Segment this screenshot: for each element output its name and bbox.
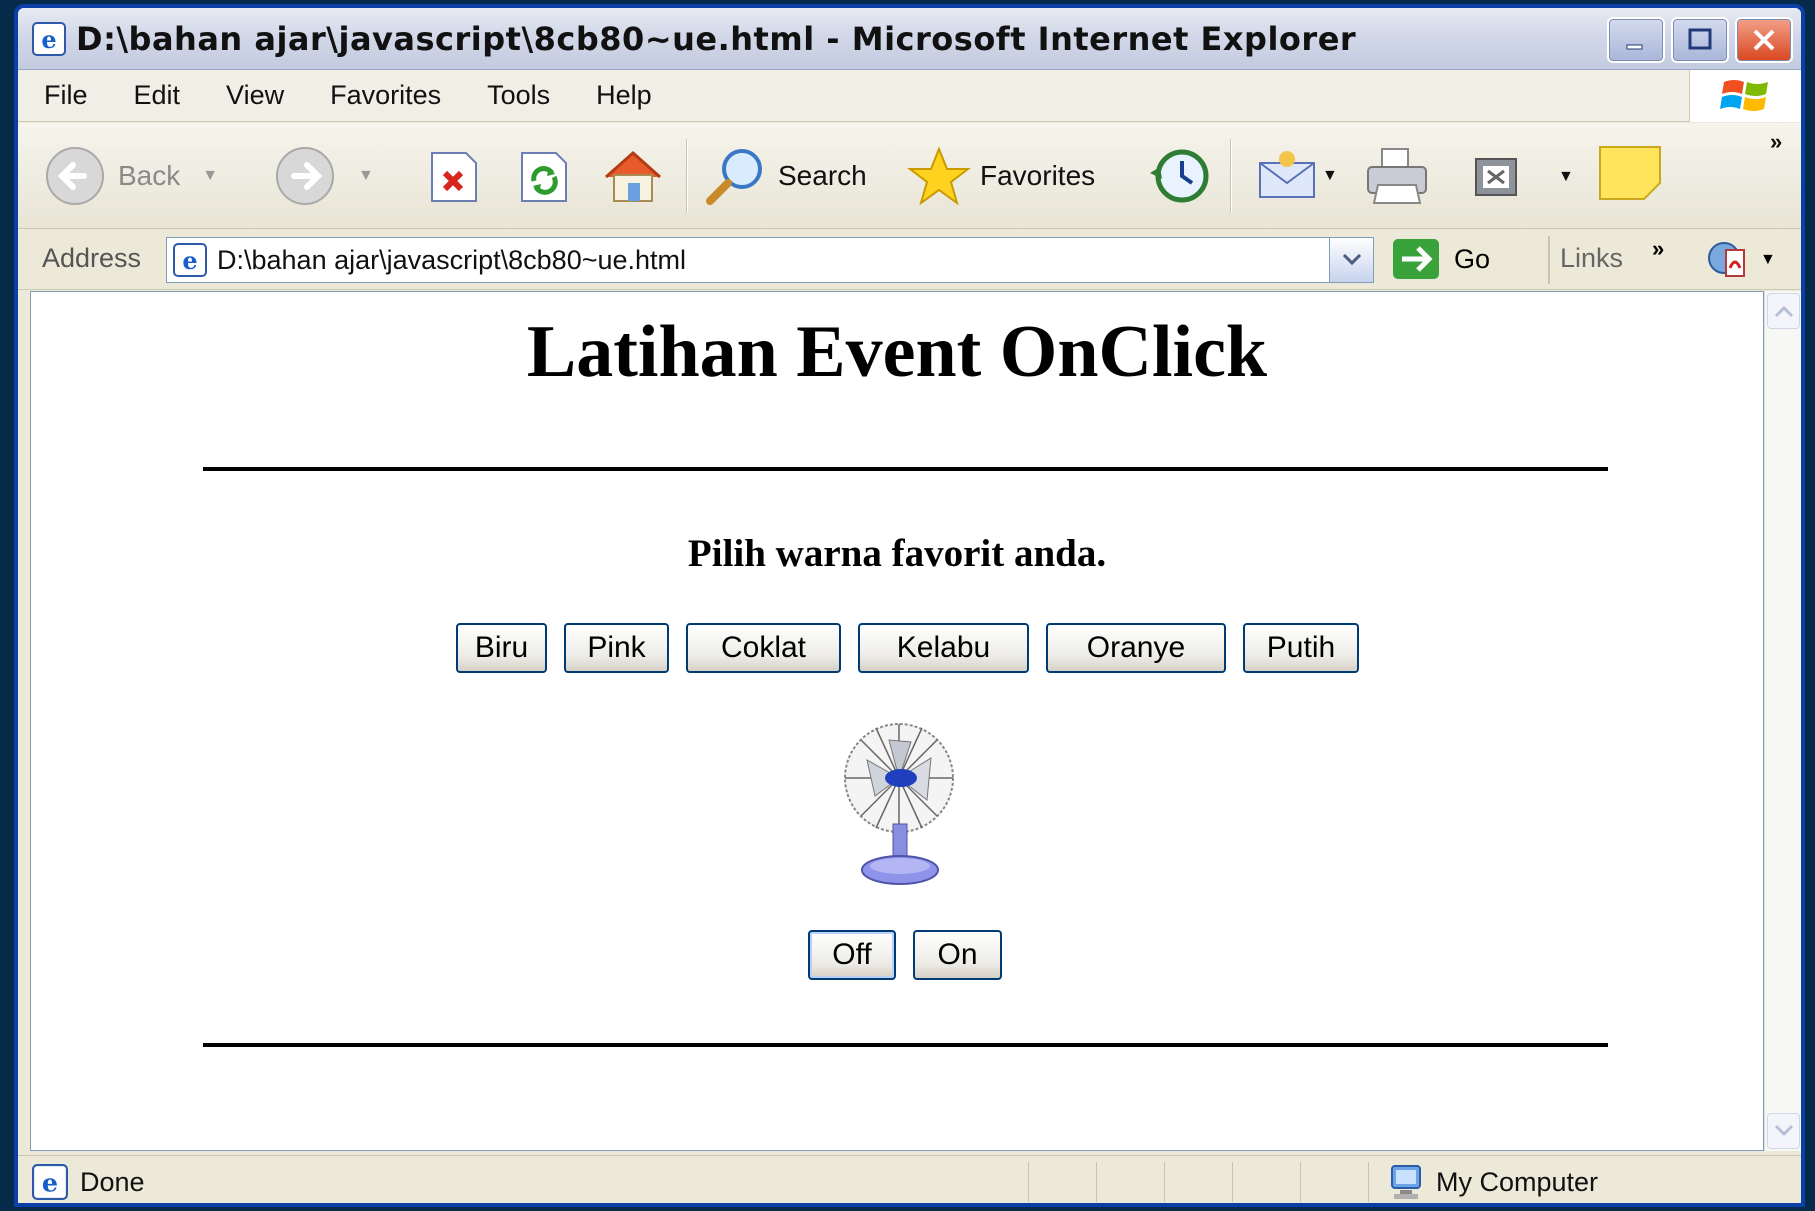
go-arrow-icon: [1393, 239, 1439, 279]
search-icon: [706, 149, 762, 205]
mail-button[interactable]: ▼: [1254, 145, 1338, 207]
home-icon: [605, 150, 661, 202]
favorites-star-icon: [907, 146, 971, 206]
back-dropdown-icon[interactable]: ▼: [202, 167, 218, 185]
bottom-divider: [203, 1043, 1608, 1047]
refresh-button[interactable]: [516, 149, 572, 205]
mail-icon: [1259, 151, 1315, 198]
color-button-oranye[interactable]: Oranye: [1046, 623, 1226, 673]
menu-bar: File Edit View Favorites Tools Help: [18, 70, 1801, 122]
svg-text:e: e: [41, 25, 56, 54]
media-icon: [1475, 158, 1517, 196]
window-title: D:\bahan ajar\javascript\8cb80~ue.html -…: [76, 19, 1357, 58]
favorites-button[interactable]: Favorites: [904, 145, 1095, 207]
sticky-note-icon: [1599, 146, 1661, 200]
mail-dropdown-icon[interactable]: ▼: [1322, 167, 1338, 185]
history-button[interactable]: [1146, 145, 1214, 207]
close-button[interactable]: [1735, 17, 1793, 63]
search-label: Search: [778, 160, 867, 191]
close-icon: [1753, 29, 1775, 51]
ie-logo-icon: e: [32, 21, 66, 56]
menu-edit[interactable]: Edit: [134, 80, 181, 111]
stop-icon: [431, 152, 477, 202]
color-button-putih[interactable]: Putih: [1243, 623, 1359, 673]
back-button[interactable]: Back ▼: [44, 145, 218, 207]
title-bar[interactable]: e D:\bahan ajar\javascript\8cb80~ue.html…: [18, 8, 1801, 70]
favorites-label: Favorites: [980, 160, 1096, 191]
fan-off-button[interactable]: Off: [808, 930, 896, 980]
status-text: Done: [80, 1167, 145, 1197]
svg-text:e: e: [42, 1168, 58, 1198]
color-button-biru[interactable]: Biru: [456, 623, 547, 673]
color-prompt: Pilih warna favorit anda.: [687, 532, 1107, 575]
zone-text: My Computer: [1436, 1167, 1599, 1197]
go-button[interactable]: Go: [1392, 238, 1490, 280]
scroll-down-button[interactable]: [1767, 1113, 1800, 1149]
links-label[interactable]: Links: [1560, 243, 1623, 274]
color-button-coklat[interactable]: Coklat: [686, 623, 841, 673]
svg-text:e: e: [182, 246, 197, 275]
stop-button[interactable]: [426, 149, 482, 205]
print-button[interactable]: [1364, 145, 1430, 207]
back-label: Back: [118, 160, 181, 191]
toolbar-dropdown-icon[interactable]: ▼: [1558, 168, 1574, 186]
menu-favorites[interactable]: Favorites: [330, 80, 441, 111]
status-bar: e Done My Computer: [18, 1155, 1801, 1203]
refresh-icon: [521, 152, 567, 202]
back-arrow-icon: [46, 147, 104, 205]
forward-arrow-icon: [276, 147, 334, 205]
pdf-tool-icon: [1708, 242, 1745, 277]
history-icon: [1150, 149, 1209, 203]
address-dropdown-button[interactable]: [1329, 238, 1373, 282]
vertical-scrollbar[interactable]: [1764, 291, 1801, 1151]
fan-image: [844, 723, 954, 885]
chevron-down-icon: [1342, 253, 1361, 266]
media-button[interactable]: ▼: [1474, 157, 1574, 197]
printer-icon: [1367, 148, 1427, 204]
page-icon: e: [173, 243, 207, 277]
pdf-tool-button[interactable]: ▼: [1704, 240, 1776, 280]
top-divider: [203, 467, 1608, 471]
my-computer-icon: [1391, 1165, 1421, 1199]
home-button[interactable]: [600, 145, 666, 207]
forward-button[interactable]: ▼: [274, 145, 374, 207]
minimize-icon: [1626, 44, 1643, 50]
menu-tools[interactable]: Tools: [487, 80, 550, 111]
address-value: D:\bahan ajar\javascript\8cb80~ue.html: [217, 244, 687, 275]
windows-logo-icon: [1689, 70, 1801, 122]
chevron-up-icon: [1774, 305, 1793, 318]
browser-window: e D:\bahan ajar\javascript\8cb80~ue.html…: [14, 4, 1805, 1207]
minimize-button[interactable]: [1607, 17, 1665, 63]
pdf-dropdown-icon[interactable]: ▼: [1760, 251, 1776, 269]
menu-help[interactable]: Help: [596, 80, 652, 111]
page-content: Latihan Event OnClick Pilih warna favori…: [30, 291, 1764, 1151]
page-title: Latihan Event OnClick: [526, 311, 1268, 393]
maximize-button[interactable]: [1671, 17, 1729, 63]
maximize-icon: [1688, 28, 1712, 50]
address-bar: Address e D:\bahan ajar\javascript\8cb80…: [18, 230, 1801, 290]
page-status-icon: e: [32, 1164, 68, 1200]
menu-view[interactable]: View: [226, 80, 284, 111]
color-button-kelabu[interactable]: Kelabu: [858, 623, 1029, 673]
color-button-pink[interactable]: Pink: [564, 623, 669, 673]
address-label: Address: [42, 243, 142, 273]
chevron-down-icon: [1774, 1124, 1793, 1137]
note-button[interactable]: [1598, 143, 1664, 203]
go-label: Go: [1454, 243, 1491, 274]
links-chevron-icon[interactable]: »: [1652, 236, 1664, 262]
toolbar-chevron-icon[interactable]: »: [1770, 129, 1782, 155]
forward-dropdown-icon[interactable]: ▼: [358, 167, 374, 185]
address-input[interactable]: e D:\bahan ajar\javascript\8cb80~ue.html: [166, 237, 1374, 283]
standard-toolbar: Back ▼ ▼ Search Favorites ▼ ▼ »: [18, 123, 1801, 229]
fan-on-button[interactable]: On: [913, 930, 1002, 980]
search-button[interactable]: Search: [702, 145, 867, 207]
menu-file[interactable]: File: [44, 80, 88, 111]
scroll-up-button[interactable]: [1767, 293, 1800, 329]
